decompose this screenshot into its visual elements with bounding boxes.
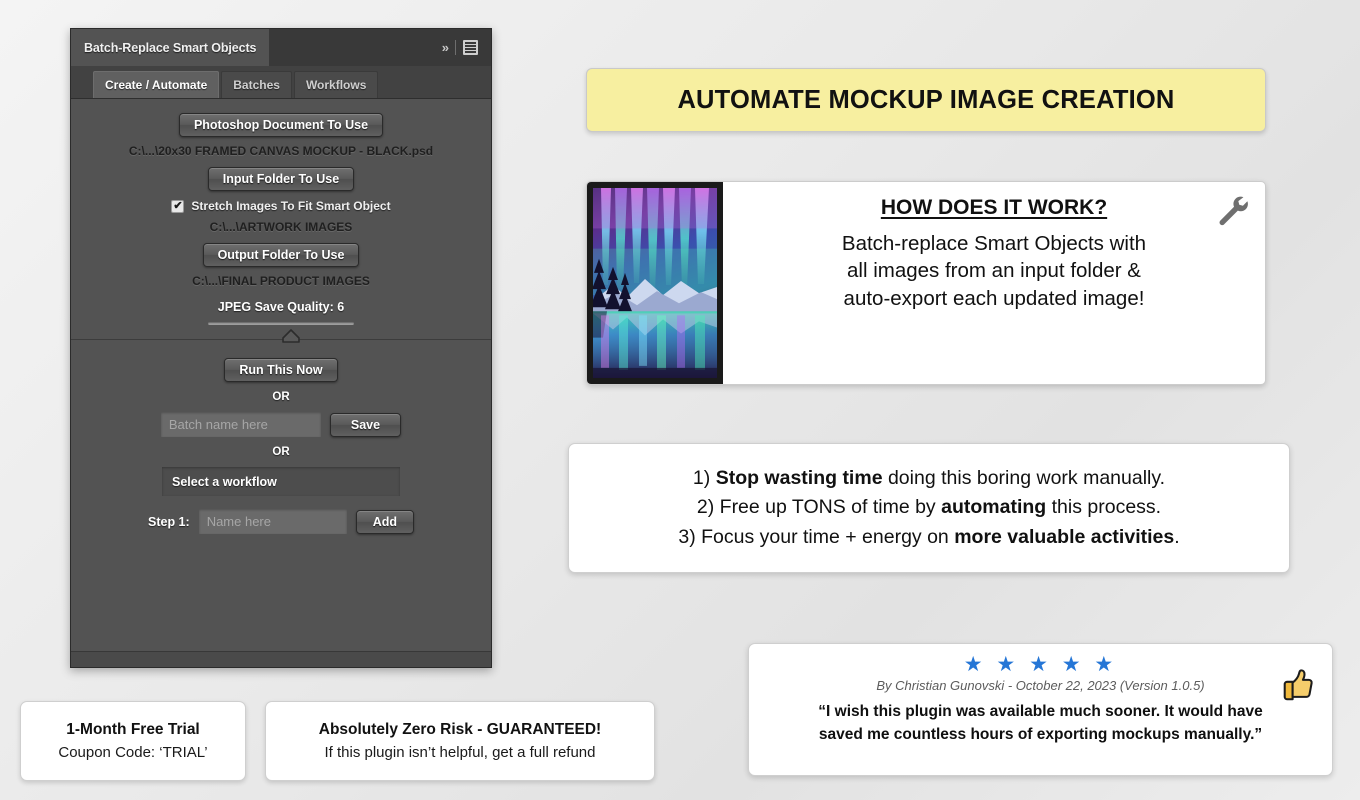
hamburger-menu-icon[interactable]: [463, 40, 478, 55]
benefits-card: 1) Stop wasting time doing this boring w…: [568, 443, 1290, 573]
tab-workflows-label: Workflows: [305, 78, 367, 92]
batch-name-input[interactable]: [160, 412, 321, 437]
benefit-3-post: .: [1174, 525, 1180, 548]
headline-banner-text: AUTOMATE MOCKUP IMAGE CREATION: [677, 85, 1175, 114]
panel-title-tab[interactable]: Batch-Replace Smart Objects: [71, 29, 270, 66]
psd-button-row: Photoshop Document To Use: [85, 113, 477, 137]
step-row: Step 1: Add: [85, 509, 477, 534]
create-automate-section: Photoshop Document To Use C:\...\20x30 F…: [71, 113, 491, 343]
step-name-input[interactable]: [198, 509, 347, 534]
chevron-double-right-icon[interactable]: »: [442, 40, 449, 55]
slider-track: [208, 322, 354, 325]
benefit-2-bold: automating: [941, 496, 1047, 519]
how-it-works-card: HOW DOES IT WORK? Batch-replace Smart Ob…: [586, 181, 1266, 385]
benefit-2-number: 2): [696, 496, 715, 519]
output-folder-to-use-button[interactable]: Output Folder To Use: [202, 243, 360, 267]
how-it-works-title: HOW DOES IT WORK?: [880, 196, 1108, 219]
review-byline: By Christian Gunovski - October 22, 2023…: [876, 678, 1205, 694]
thumbs-up-icon: [1283, 669, 1313, 701]
customer-review-card: ★ ★ ★ ★ ★ By Christian Gunovski - Octobe…: [748, 643, 1333, 776]
free-trial-title: 1-Month Free Trial: [66, 721, 200, 738]
benefit-line-2: 2) Free up TONS of time by automating th…: [697, 495, 1161, 520]
review-quote-line-1: “I wish this plugin was available much s…: [818, 703, 1263, 721]
panel-body: Photoshop Document To Use C:\...\20x30 F…: [71, 99, 491, 548]
how-body-line-2: all images from an input folder &: [847, 259, 1141, 283]
free-trial-coupon: Coupon Code: ‘TRIAL’: [58, 744, 208, 761]
or-separator-1: OR: [272, 391, 290, 403]
workflow-select[interactable]: Select a workflow: [162, 467, 400, 496]
panel-title-text: Batch-Replace Smart Objects: [84, 40, 257, 55]
panel-titlebar: Batch-Replace Smart Objects »: [71, 29, 491, 66]
guarantee-title: Absolutely Zero Risk - GUARANTEED!: [318, 721, 602, 738]
benefit-2-pre: Free up TONS of time by: [714, 496, 942, 519]
titlebar-spacer: [269, 29, 441, 66]
benefit-1-post: doing this boring work manually.: [882, 466, 1166, 489]
aurora-image: [593, 188, 717, 378]
workflow-select-row: Select a workflow: [85, 467, 477, 496]
run-button-row: Run This Now: [85, 358, 477, 382]
guarantee-box: Absolutely Zero Risk - GUARANTEED! If th…: [265, 701, 655, 781]
benefit-1-bold: Stop wasting time: [715, 466, 883, 489]
headline-banner: AUTOMATE MOCKUP IMAGE CREATION: [586, 68, 1266, 132]
photoshop-plugin-panel: Batch-Replace Smart Objects » Create / A…: [70, 28, 492, 668]
star-rating: ★ ★ ★ ★ ★: [963, 653, 1118, 676]
tab-workflows[interactable]: Workflows: [293, 71, 379, 98]
benefit-line-1: 1) Stop wasting time doing this boring w…: [693, 466, 1165, 491]
benefit-2-post: this process.: [1046, 496, 1162, 519]
benefit-3-number: 3): [678, 525, 696, 548]
wrench-icon: [1219, 196, 1248, 226]
how-it-works-body: Batch-replace Smart Objects with all ima…: [842, 230, 1146, 312]
step-1-label: Step 1:: [148, 514, 190, 529]
jpeg-quality-slider[interactable]: [208, 322, 354, 343]
review-quote-line-2: saved me countless hours of exporting mo…: [818, 725, 1263, 743]
how-body-line-3: auto-export each updated image!: [843, 286, 1145, 310]
photoshop-document-to-use-button[interactable]: Photoshop Document To Use: [178, 113, 384, 137]
stretch-images-checkbox-row: ✔ Stretch Images To Fit Smart Object: [85, 199, 477, 213]
save-button[interactable]: Save: [329, 412, 402, 437]
run-this-now-button[interactable]: Run This Now: [224, 358, 338, 382]
benefit-3-pre: Focus your time + energy on: [695, 525, 955, 548]
guarantee-subtitle: If this plugin isn’t helpful, get a full…: [324, 744, 596, 761]
batch-save-row: Save: [85, 412, 477, 437]
output-folder-path-label: C:\...\FINAL PRODUCT IMAGES: [192, 274, 370, 288]
benefit-1-number: 1): [692, 466, 711, 489]
input-folder-path-label: C:\...\ARTWORK IMAGES: [209, 220, 353, 234]
panel-footer-bar: [71, 651, 491, 667]
titlebar-divider: [455, 40, 456, 55]
input-folder-button-row: Input Folder To Use: [85, 167, 477, 191]
stretch-images-checkbox[interactable]: ✔: [171, 199, 185, 213]
tab-create-automate[interactable]: Create / Automate: [93, 71, 220, 98]
input-folder-to-use-button[interactable]: Input Folder To Use: [207, 167, 355, 191]
tab-create-automate-label: Create / Automate: [105, 78, 208, 92]
run-section: Run This Now OR Save OR Select a workflo…: [71, 340, 491, 548]
add-step-button[interactable]: Add: [355, 509, 414, 534]
free-trial-box: 1-Month Free Trial Coupon Code: ‘TRIAL’: [20, 701, 246, 781]
jpeg-save-quality-label: JPEG Save Quality: 6: [217, 300, 345, 314]
how-it-works-text: HOW DOES IT WORK? Batch-replace Smart Ob…: [723, 182, 1265, 384]
tab-batches[interactable]: Batches: [221, 71, 292, 98]
framed-canvas-thumbnail: [587, 182, 723, 384]
stretch-images-checkbox-label: Stretch Images To Fit Smart Object: [191, 199, 391, 213]
titlebar-icons: »: [442, 29, 491, 66]
how-body-line-1: Batch-replace Smart Objects with: [841, 232, 1147, 255]
benefit-line-3: 3) Focus your time + energy on more valu…: [678, 525, 1179, 550]
benefit-3-bold: more valuable activities: [954, 525, 1175, 548]
psd-path-label: C:\...\20x30 FRAMED CANVAS MOCKUP - BLAC…: [128, 144, 434, 158]
panel-tab-bar: Create / Automate Batches Workflows: [71, 66, 491, 99]
tab-batches-label: Batches: [233, 78, 280, 92]
review-quote: “I wish this plugin was available much s…: [763, 701, 1318, 746]
output-folder-button-row: Output Folder To Use: [85, 243, 477, 267]
or-separator-2: OR: [272, 446, 290, 458]
